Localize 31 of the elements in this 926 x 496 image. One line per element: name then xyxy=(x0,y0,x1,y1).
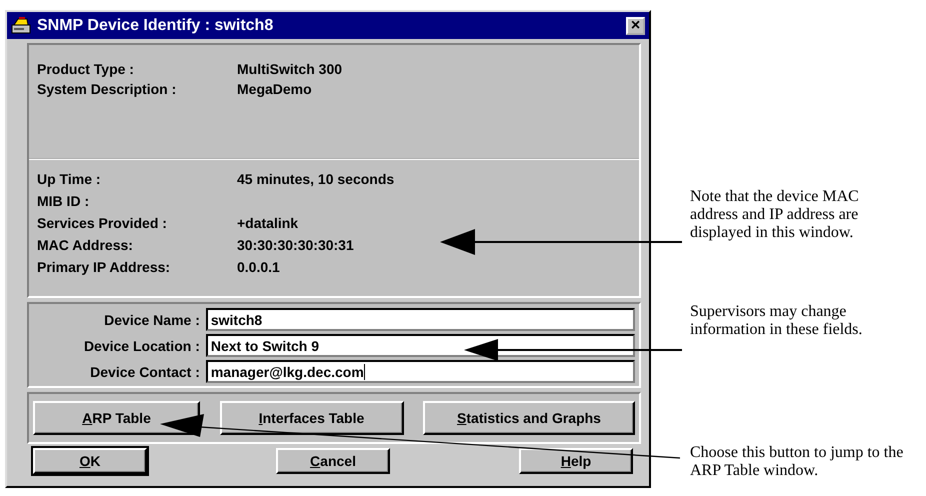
field-value: MultiSwitch 300 xyxy=(237,60,342,79)
field-value: 30:30:30:30:30:31 xyxy=(237,236,354,255)
window-title: SNMP Device Identify : switch8 xyxy=(37,16,274,34)
annotation-text: Supervisors may change information in these fields. xyxy=(690,303,864,339)
field-label: Device Name : xyxy=(103,312,201,328)
field-label: System Description : xyxy=(37,80,178,99)
field-label: Primary IP Address: xyxy=(37,258,172,277)
annotation-text: Choose this button to jump to the ARP Table window. xyxy=(690,444,904,480)
dialog-button[interactable]: Statistics and Graphs xyxy=(423,401,635,435)
input-field[interactable]: Next to Switch 9 xyxy=(206,334,635,357)
field-value: 45 minutes, 10 seconds xyxy=(237,170,394,189)
switch-device-icon xyxy=(11,16,31,34)
input-field[interactable]: switch8 xyxy=(206,308,635,331)
dialog-button[interactable]: ARP Table xyxy=(33,401,200,435)
field-label: Services Provided : xyxy=(37,214,168,233)
dialog-button[interactable]: Help xyxy=(519,448,633,474)
field-label: MIB ID : xyxy=(37,192,90,211)
field-label: Up Time : xyxy=(37,170,102,189)
close-button[interactable]: × xyxy=(626,16,645,34)
input-field[interactable]: manager@lkg.dec.com xyxy=(206,360,635,383)
field-label: Product Type : xyxy=(37,60,135,79)
field-label: Device Contact : xyxy=(89,364,201,380)
dialog-button[interactable]: Cancel xyxy=(276,448,390,474)
annotation-text: Note that the device MAC address and IP address are displayed in this window. xyxy=(690,188,860,242)
field-value: MegaDemo xyxy=(237,80,312,99)
field-label: Device Location : xyxy=(82,338,201,354)
field-value: +datalink xyxy=(237,214,298,233)
field-label: MAC Address: xyxy=(37,236,134,255)
field-value: 0.0.0.1 xyxy=(237,258,280,277)
dialog-button[interactable]: Interfaces Table xyxy=(220,401,404,435)
dialog-button[interactable]: OK xyxy=(33,448,147,474)
